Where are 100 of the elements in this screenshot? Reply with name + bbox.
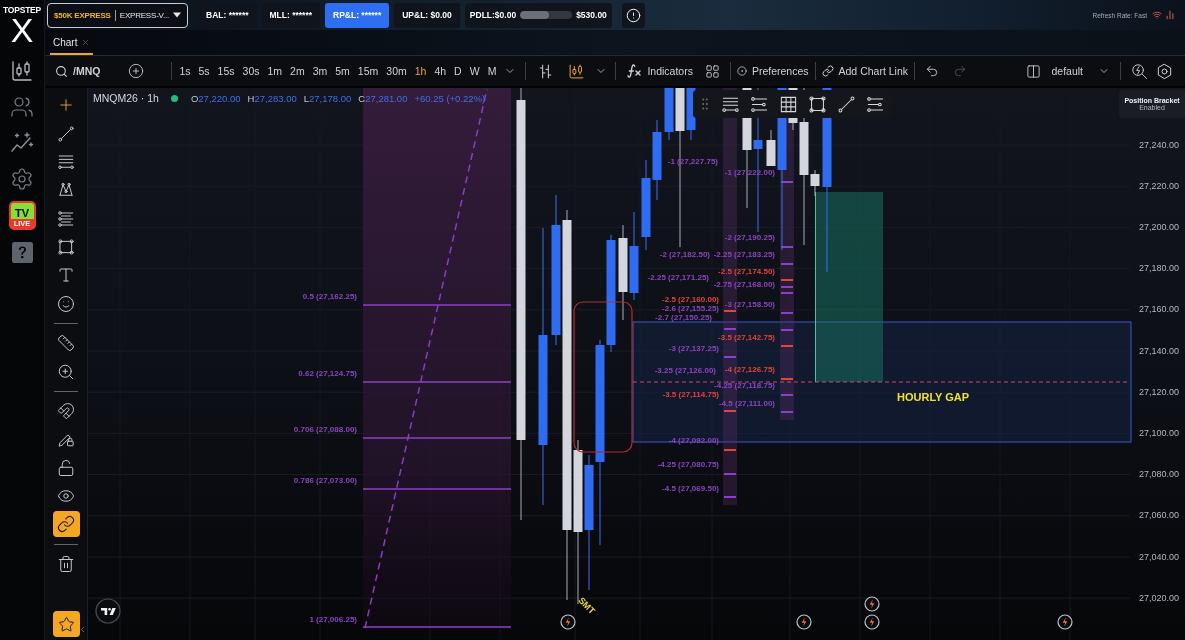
zoom-in-icon[interactable] xyxy=(57,362,75,381)
lightning-marker-icon[interactable] xyxy=(796,614,812,630)
timeframe-button[interactable]: 1s xyxy=(175,60,195,82)
fib-level-label: -4.5 (27,069.50) xyxy=(662,483,719,493)
price-axis-label: 27,160.00 xyxy=(1138,304,1179,316)
brand-mark: X xyxy=(10,15,34,45)
price-axis-label: 27,200.00 xyxy=(1138,221,1179,233)
timeframe-button[interactable]: M xyxy=(483,60,501,82)
tradingview-logo-icon[interactable] xyxy=(95,598,121,624)
timeframe-button[interactable]: 5s xyxy=(194,60,214,82)
metric-chip[interactable]: UP&L: $0.00 xyxy=(394,2,460,28)
price-axis-label: 27,040.00 xyxy=(1138,551,1179,563)
timeframe-button[interactable]: 15m xyxy=(353,60,383,82)
lightning-marker-icon[interactable] xyxy=(560,614,576,630)
metric-chip[interactable]: MLL: ****** xyxy=(261,2,321,28)
ohlc-value: 27,178.00 xyxy=(309,92,352,104)
favorites-button[interactable] xyxy=(52,611,80,637)
timeframe-button[interactable]: 30s xyxy=(238,60,264,82)
timeframe-button[interactable]: W xyxy=(465,60,484,82)
function-icon xyxy=(626,63,643,79)
price-axis-label: 27,220.00 xyxy=(1138,180,1179,192)
timeframe-button[interactable]: 1m xyxy=(263,60,287,82)
split-layout-icon[interactable] xyxy=(1026,63,1042,79)
sliders-icon[interactable] xyxy=(866,94,885,114)
search-icon[interactable] xyxy=(55,64,68,78)
smiley-icon[interactable] xyxy=(57,294,75,313)
trend-line-icon[interactable] xyxy=(837,94,856,114)
candlestick-icon[interactable] xyxy=(10,59,34,83)
timeframe-button[interactable]: 1h xyxy=(410,60,431,82)
fib-level-label: -2.25 (27,171.25) xyxy=(647,272,709,282)
link-icon xyxy=(57,515,75,534)
lightning-marker-icon[interactable] xyxy=(864,614,880,630)
timeframe-button[interactable]: 4h xyxy=(430,60,451,82)
preferences-button[interactable]: Preferences xyxy=(732,60,813,82)
alert-icon[interactable] xyxy=(625,7,641,23)
fib-levels-icon[interactable] xyxy=(57,209,75,228)
timeframe-button[interactable]: D xyxy=(450,60,466,82)
zone-label: HOURLY GAP xyxy=(897,391,970,403)
rectangle-icon[interactable] xyxy=(808,94,827,114)
timeframe-button[interactable]: 3m xyxy=(308,60,332,82)
price-axis-label: 27,020.00 xyxy=(1138,592,1179,604)
price-change: +60.25 (+0.22%) xyxy=(414,92,486,104)
info-button[interactable] xyxy=(621,2,645,28)
symbol-search[interactable]: /MNQ xyxy=(51,60,105,82)
add-chart-link-button[interactable]: Add Chart Link xyxy=(817,60,912,82)
rectangle-icon[interactable] xyxy=(57,238,75,257)
timeframe-button[interactable]: 2m xyxy=(286,60,309,82)
link-icon xyxy=(821,65,834,77)
account-dropdown[interactable]: $50K EXPRESS EXPRESS-V... xyxy=(47,2,188,28)
undo-icon[interactable] xyxy=(925,64,939,78)
price-axis-label: 27,180.00 xyxy=(1138,263,1179,275)
price-axis-label: 27,140.00 xyxy=(1138,345,1179,357)
ohlc-label: H xyxy=(247,92,255,104)
price-axis-label: 27,120.00 xyxy=(1138,386,1179,398)
indicators-button[interactable]: Indicators xyxy=(622,60,697,82)
price-axis-label: 27,080.00 xyxy=(1138,469,1179,481)
settings-icon[interactable] xyxy=(1156,62,1173,80)
timeframe-button[interactable]: 15s xyxy=(213,60,239,82)
price-axis-label: 27,100.00 xyxy=(1138,427,1179,439)
fib-level-label: -3.25 (27,126.00) xyxy=(654,365,716,375)
settings-icon[interactable] xyxy=(10,167,34,191)
layout-dropdown[interactable]: default xyxy=(1047,60,1114,82)
highlight-outline[interactable] xyxy=(573,301,633,453)
fib-level-label: 0.62 (27,124.75) xyxy=(298,368,357,378)
collapse-icon[interactable] xyxy=(78,625,87,634)
trash-icon[interactable] xyxy=(57,554,75,573)
lock-open-icon[interactable] xyxy=(57,458,75,477)
candlestick-icon[interactable] xyxy=(568,62,586,80)
add-symbol-icon[interactable] xyxy=(128,63,145,79)
fib-level-label: 0.5 (27,162.25) xyxy=(302,291,357,301)
timeframe-button[interactable]: 30m xyxy=(382,60,411,82)
drawdown-limit: $530.00 xyxy=(576,10,607,20)
ohlc-label: O xyxy=(190,92,199,104)
drawing-tool-button[interactable] xyxy=(52,511,80,538)
ohlc-label: C xyxy=(358,92,366,104)
trend-line-icon[interactable] xyxy=(57,124,75,143)
lightning-marker-icon[interactable] xyxy=(864,596,880,612)
caret-icon[interactable] xyxy=(173,11,182,19)
metric-chip[interactable]: RP&L: ****** xyxy=(325,2,390,28)
horizontal-lines-icon[interactable] xyxy=(57,152,75,171)
preferences-icon xyxy=(736,66,747,76)
ruler-icon[interactable] xyxy=(57,334,75,353)
fib-level-label: 0.786 (27,073.00) xyxy=(293,475,357,485)
help-icon[interactable] xyxy=(11,242,33,263)
ohlc-label: L xyxy=(303,92,310,104)
brand-name: TOPSTEP xyxy=(2,5,42,15)
fib-level-label: -2 (27,182.50) xyxy=(659,249,710,259)
magnet-icon[interactable] xyxy=(57,401,75,420)
fib-level-label: 0.706 (27,088.00) xyxy=(293,424,357,434)
lightning-marker-icon[interactable] xyxy=(1057,614,1073,630)
fib-level-label: -3.5 (27,114.75) xyxy=(662,389,719,399)
grid-icon[interactable] xyxy=(704,63,720,79)
divergence-label: SMT xyxy=(576,595,597,616)
fib-level-label: -3 (27,137.25) xyxy=(668,343,719,353)
drag-handle-icon[interactable] xyxy=(699,98,711,110)
timeframe-button[interactable]: 5m xyxy=(331,60,354,82)
text-tool-icon[interactable] xyxy=(57,266,75,285)
drawdown-label: PDLL:$0.00 xyxy=(469,10,517,20)
users-icon[interactable] xyxy=(10,95,34,119)
bolt-search-icon[interactable] xyxy=(1131,62,1148,80)
